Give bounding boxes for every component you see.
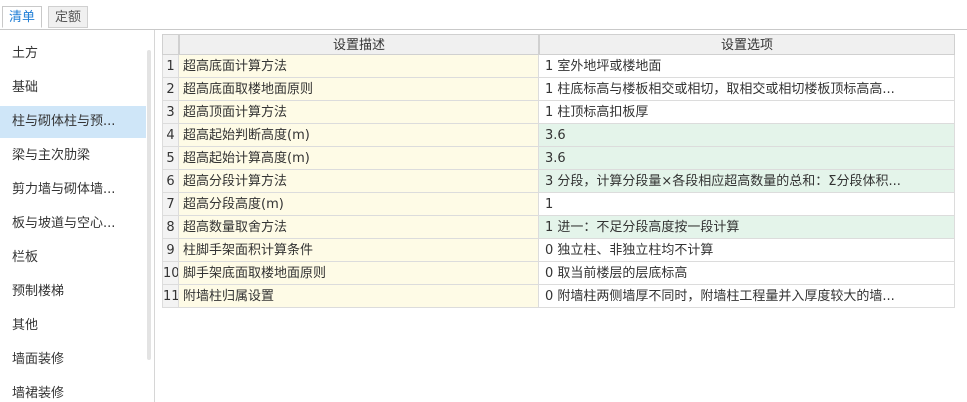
row-option[interactable]: 3.6 bbox=[539, 124, 955, 147]
table-row[interactable]: 8 超高数量取舍方法 1 进一：不足分段高度按一段计算 bbox=[162, 216, 967, 239]
row-number: 11 bbox=[162, 285, 179, 308]
row-option[interactable]: 0 附墙柱两侧墙厚不同时，附墙柱工程量并入厚度较大的墙... bbox=[539, 285, 955, 308]
table-row[interactable]: 6 超高分段计算方法 3 分段，计算分段量×各段相应超高数量的总和：Σ分段体积.… bbox=[162, 170, 967, 193]
sidebar-item-precast-stair[interactable]: 预制楼梯 bbox=[0, 276, 146, 308]
row-number: 8 bbox=[162, 216, 179, 239]
table-row[interactable]: 3 超高顶面计算方法 1 柱顶标高扣板厚 bbox=[162, 101, 967, 124]
row-number: 6 bbox=[162, 170, 179, 193]
row-number: 9 bbox=[162, 239, 179, 262]
row-number: 5 bbox=[162, 147, 179, 170]
table-row[interactable]: 1 超高底面计算方法 1 室外地坪或楼地面 bbox=[162, 55, 967, 78]
row-option[interactable]: 1 柱顶标高扣板厚 bbox=[539, 101, 955, 124]
tab-bill[interactable]: 清单 bbox=[2, 6, 43, 28]
category-sidebar: 土方 基础 柱与砌体柱与预... 梁与主次肋梁 剪力墙与砌体墙... 板与坡道与… bbox=[0, 30, 155, 402]
header-option: 设置选项 bbox=[539, 34, 955, 55]
row-option[interactable]: 1 bbox=[539, 193, 955, 216]
row-description: 脚手架底面取楼地面原则 bbox=[179, 262, 539, 285]
sidebar-scrollbar[interactable] bbox=[147, 50, 151, 360]
table-row[interactable]: 10 脚手架底面取楼地面原则 0 取当前楼层的层底标高 bbox=[162, 262, 967, 285]
row-description: 超高顶面计算方法 bbox=[179, 101, 539, 124]
header-row-number bbox=[162, 34, 179, 55]
row-option[interactable]: 0 取当前楼层的层底标高 bbox=[539, 262, 955, 285]
row-number: 10 bbox=[162, 262, 179, 285]
row-description: 柱脚手架面积计算条件 bbox=[179, 239, 539, 262]
sidebar-item-dado-finish[interactable]: 墙裙装修 bbox=[0, 378, 146, 402]
row-number: 4 bbox=[162, 124, 179, 147]
row-option[interactable]: 1 进一：不足分段高度按一段计算 bbox=[539, 216, 955, 239]
row-number: 2 bbox=[162, 78, 179, 101]
sidebar-item-wall-finish[interactable]: 墙面装修 bbox=[0, 344, 146, 376]
sidebar-item-column[interactable]: 柱与砌体柱与预... bbox=[0, 106, 146, 138]
tab-quota[interactable]: 定额 bbox=[48, 6, 89, 28]
row-description: 超高分段高度(m) bbox=[179, 193, 539, 216]
row-description: 超高底面计算方法 bbox=[179, 55, 539, 78]
table-row[interactable]: 11 附墙柱归属设置 0 附墙柱两侧墙厚不同时，附墙柱工程量并入厚度较大的墙..… bbox=[162, 285, 967, 308]
row-option[interactable]: 3 分段，计算分段量×各段相应超高数量的总和：Σ分段体积... bbox=[539, 170, 955, 193]
sidebar-item-earthwork[interactable]: 土方 bbox=[0, 38, 146, 70]
tab-bar: 清单 定额 bbox=[0, 0, 967, 30]
sidebar-item-parapet[interactable]: 栏板 bbox=[0, 242, 146, 274]
sidebar-item-foundation[interactable]: 基础 bbox=[0, 72, 146, 104]
row-description: 超高起始判断高度(m) bbox=[179, 124, 539, 147]
row-description: 超高数量取舍方法 bbox=[179, 216, 539, 239]
row-number: 3 bbox=[162, 101, 179, 124]
header-description: 设置描述 bbox=[179, 34, 539, 55]
sidebar-item-shear-wall[interactable]: 剪力墙与砌体墙... bbox=[0, 174, 146, 206]
table-row[interactable]: 2 超高底面取楼地面原则 1 柱底标高与楼板相交或相切，取相交或相切楼板顶标高高… bbox=[162, 78, 967, 101]
row-option[interactable]: 1 柱底标高与楼板相交或相切，取相交或相切楼板顶标高高... bbox=[539, 78, 955, 101]
row-description: 超高起始计算高度(m) bbox=[179, 147, 539, 170]
sidebar-item-beam[interactable]: 梁与主次肋梁 bbox=[0, 140, 146, 172]
table-row[interactable]: 7 超高分段高度(m) 1 bbox=[162, 193, 967, 216]
row-description: 超高底面取楼地面原则 bbox=[179, 78, 539, 101]
row-number: 1 bbox=[162, 55, 179, 78]
table-row[interactable]: 5 超高起始计算高度(m) 3.6 bbox=[162, 147, 967, 170]
row-description: 超高分段计算方法 bbox=[179, 170, 539, 193]
settings-grid: 设置描述 设置选项 1 超高底面计算方法 1 室外地坪或楼地面 2 超高底面取楼… bbox=[162, 34, 967, 402]
sidebar-item-slab[interactable]: 板与坡道与空心... bbox=[0, 208, 146, 240]
sidebar-item-other[interactable]: 其他 bbox=[0, 310, 146, 342]
row-number: 7 bbox=[162, 193, 179, 216]
table-row[interactable]: 4 超高起始判断高度(m) 3.6 bbox=[162, 124, 967, 147]
row-description: 附墙柱归属设置 bbox=[179, 285, 539, 308]
table-row[interactable]: 9 柱脚手架面积计算条件 0 独立柱、非独立柱均不计算 bbox=[162, 239, 967, 262]
row-option[interactable]: 3.6 bbox=[539, 147, 955, 170]
row-option[interactable]: 1 室外地坪或楼地面 bbox=[539, 55, 955, 78]
row-option[interactable]: 0 独立柱、非独立柱均不计算 bbox=[539, 239, 955, 262]
